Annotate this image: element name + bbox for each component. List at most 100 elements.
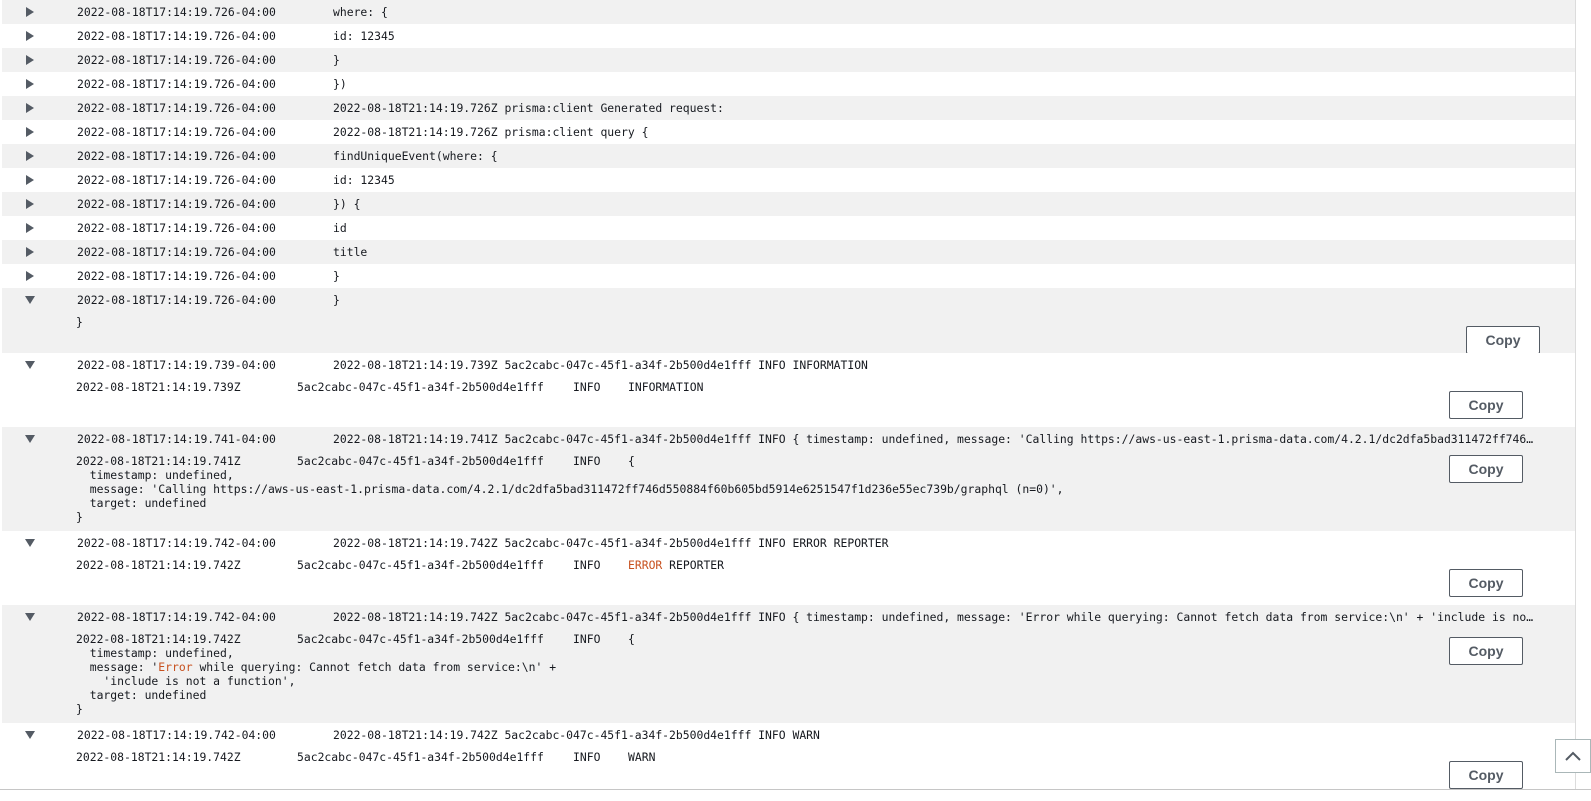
expand-arrow-icon[interactable]: [23, 53, 37, 67]
detail-text: {: [628, 454, 635, 468]
copy-button[interactable]: Copy: [1449, 391, 1523, 419]
log-message: 2022-08-18T21:14:19.742Z 5ac2cabc-047c-4…: [333, 728, 820, 742]
detail-text: WARN: [628, 750, 656, 764]
collapse-arrow-icon[interactable]: [23, 358, 37, 372]
log-row[interactable]: 2022-08-18T17:14:19.726-04:00 }: [2, 48, 1576, 72]
detail-timestamp: 2022-08-18T21:14:19.739Z: [76, 380, 241, 394]
log-row[interactable]: 2022-08-18T17:14:19.726-04:00 findUnique…: [2, 144, 1576, 168]
log-timestamp: 2022-08-18T17:14:19.726-04:00: [77, 269, 276, 283]
copy-button[interactable]: Copy: [1449, 455, 1523, 483]
vertical-scrollbar[interactable]: [1575, 0, 1591, 790]
scroll-to-top-button[interactable]: [1555, 739, 1591, 773]
log-row[interactable]: 2022-08-18T17:14:19.726-04:00 }: [2, 264, 1576, 288]
log-timestamp: 2022-08-18T17:14:19.741-04:00: [77, 432, 276, 446]
collapse-arrow-icon[interactable]: [23, 610, 37, 624]
log-message: 2022-08-18T21:14:19.742Z 5ac2cabc-047c-4…: [333, 536, 889, 550]
log-timestamp: 2022-08-18T17:14:19.742-04:00: [77, 536, 276, 550]
collapse-arrow-icon[interactable]: [23, 293, 37, 307]
log-message: }: [333, 53, 340, 67]
detail-timestamp: 2022-08-18T21:14:19.742Z: [76, 750, 241, 764]
chevron-up-icon: [1565, 751, 1581, 761]
log-timestamp: 2022-08-18T17:14:19.726-04:00: [77, 149, 276, 163]
expand-arrow-icon[interactable]: [23, 29, 37, 43]
detail-timestamp: 2022-08-18T21:14:19.742Z: [76, 558, 241, 572]
expand-arrow-icon[interactable]: [23, 77, 37, 91]
log-timestamp: 2022-08-18T17:14:19.726-04:00: [77, 77, 276, 91]
expand-arrow-icon[interactable]: [23, 269, 37, 283]
log-message: id: [333, 221, 347, 235]
log-message: title: [333, 245, 368, 259]
log-row[interactable]: 2022-08-18T17:14:19.726-04:00 id: 12345: [2, 24, 1576, 48]
log-message: }) {: [333, 197, 361, 211]
expand-arrow-icon[interactable]: [23, 197, 37, 211]
log-timestamp: 2022-08-18T17:14:19.726-04:00: [77, 293, 276, 307]
detail-line: timestamp: undefined,: [76, 468, 234, 482]
log-detail: 2022-08-18T21:14:19.741Z 5ac2cabc-047c-45…: [2, 451, 1576, 529]
log-row[interactable]: 2022-08-18T17:14:19.726-04:00 }): [2, 72, 1576, 96]
detail-text: INFORMATION: [628, 380, 704, 394]
log-message: id: 12345: [333, 173, 395, 187]
log-timestamp: 2022-08-18T17:14:19.726-04:00: [77, 5, 276, 19]
collapse-arrow-icon[interactable]: [23, 432, 37, 446]
log-message: 2022-08-18T21:14:19.739Z 5ac2cabc-047c-4…: [333, 358, 868, 372]
detail-line: 'include is not a function',: [76, 674, 296, 688]
error-keyword: ERROR: [628, 558, 663, 572]
log-timestamp: 2022-08-18T17:14:19.742-04:00: [77, 728, 276, 742]
expand-arrow-icon[interactable]: [23, 101, 37, 115]
log-timestamp: 2022-08-18T17:14:19.726-04:00: [77, 245, 276, 259]
expand-arrow-icon[interactable]: [23, 221, 37, 235]
detail-line: message: 'Error while querying: Cannot f…: [76, 660, 1576, 674]
expand-arrow-icon[interactable]: [23, 149, 37, 163]
detail-level: INFO: [573, 750, 601, 764]
log-row-expanded[interactable]: 2022-08-18T17:14:19.739-04:00 2022-08-18…: [2, 353, 1576, 427]
collapse-arrow-icon[interactable]: [23, 728, 37, 742]
log-row[interactable]: 2022-08-18T17:14:19.726-04:00 id: [2, 216, 1576, 240]
log-message: }: [333, 293, 340, 307]
log-detail: }: [2, 312, 1576, 334]
log-row-expanded[interactable]: 2022-08-18T17:14:19.742-04:00 2022-08-18…: [2, 723, 1576, 797]
log-timestamp: 2022-08-18T17:14:19.742-04:00: [77, 610, 276, 624]
log-timestamp: 2022-08-18T17:14:19.726-04:00: [77, 53, 276, 67]
expand-arrow-icon[interactable]: [23, 173, 37, 187]
log-row-expanded[interactable]: 2022-08-18T17:14:19.726-04:00 } } Copy: [2, 288, 1576, 354]
detail-request-id: 5ac2cabc-047c-45f1-a34f-2b500d4e1fff: [297, 558, 544, 572]
detail-level: INFO: [573, 380, 601, 394]
log-row-expanded[interactable]: 2022-08-18T17:14:19.742-04:00 2022-08-18…: [2, 605, 1576, 723]
detail-text: REPORTER: [662, 558, 725, 572]
log-detail: 2022-08-18T21:14:19.742Z 5ac2cabc-047c-45…: [2, 555, 1576, 577]
copy-button[interactable]: Copy: [1449, 637, 1523, 665]
log-row[interactable]: 2022-08-18T17:14:19.726-04:00 2022-08-18…: [2, 120, 1576, 144]
detail-request-id: 5ac2cabc-047c-45f1-a34f-2b500d4e1fff: [297, 454, 544, 468]
detail-timestamp: 2022-08-18T21:14:19.742Z: [76, 632, 241, 646]
log-row[interactable]: 2022-08-18T17:14:19.726-04:00 id: 12345: [2, 168, 1576, 192]
detail-request-id: 5ac2cabc-047c-45f1-a34f-2b500d4e1fff: [297, 750, 544, 764]
log-row[interactable]: 2022-08-18T17:14:19.726-04:00 where: {: [2, 0, 1576, 24]
log-row-expanded[interactable]: 2022-08-18T17:14:19.742-04:00 2022-08-18…: [2, 531, 1576, 605]
log-message: 2022-08-18T21:14:19.726Z prisma:client G…: [333, 101, 724, 115]
log-message: 2022-08-18T21:14:19.742Z 5ac2cabc-047c-4…: [333, 610, 1534, 624]
log-message: findUniqueEvent(where: {: [333, 149, 498, 163]
detail-line: timestamp: undefined,: [76, 646, 234, 660]
detail-line: message: 'Calling https://aws-us-east-1.…: [76, 482, 1064, 496]
copy-button[interactable]: Copy: [1449, 761, 1523, 789]
detail-text: message: ': [76, 660, 159, 674]
log-row-expanded[interactable]: 2022-08-18T17:14:19.741-04:00 2022-08-18…: [2, 427, 1576, 531]
copy-button[interactable]: Copy: [1466, 326, 1540, 354]
error-keyword: Error: [158, 660, 193, 674]
copy-button[interactable]: Copy: [1449, 569, 1523, 597]
collapse-arrow-icon[interactable]: [23, 536, 37, 550]
detail-line: target: undefined: [76, 688, 207, 702]
expand-arrow-icon[interactable]: [23, 125, 37, 139]
detail-line: target: undefined: [76, 496, 207, 510]
log-row[interactable]: 2022-08-18T17:14:19.726-04:00 2022-08-18…: [2, 96, 1576, 120]
expand-arrow-icon[interactable]: [23, 245, 37, 259]
detail-line: }: [76, 702, 83, 716]
log-timestamp: 2022-08-18T17:14:19.726-04:00: [77, 101, 276, 115]
log-row[interactable]: 2022-08-18T17:14:19.726-04:00 title: [2, 240, 1576, 264]
log-message: }): [333, 77, 347, 91]
expand-arrow-icon[interactable]: [23, 5, 37, 19]
detail-line: }: [76, 510, 83, 524]
detail-level: INFO: [573, 558, 601, 572]
log-timestamp: 2022-08-18T17:14:19.726-04:00: [77, 197, 276, 211]
log-row[interactable]: 2022-08-18T17:14:19.726-04:00 }) {: [2, 192, 1576, 216]
